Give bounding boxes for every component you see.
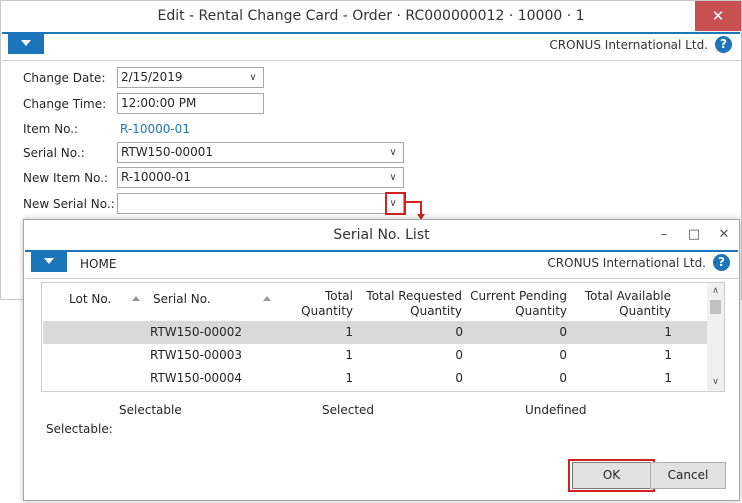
total-cell: 1 xyxy=(345,348,353,362)
company-name: CRONUS International Ltd. xyxy=(549,38,708,52)
ok-button[interactable]: OK xyxy=(572,462,651,489)
window-title: Edit - Rental Change Card - Order · RC00… xyxy=(157,8,585,24)
header-line: Quantity xyxy=(619,304,671,318)
header-line: Current Pending xyxy=(470,289,567,303)
header-line: Total Available xyxy=(584,289,671,303)
pending-cell: 0 xyxy=(559,371,567,385)
sort-arrow-icon[interactable] xyxy=(263,296,271,301)
serial-no-list-dialog: Serial No. List – □ ✕ HOME CRONUS Intern… xyxy=(23,219,740,501)
table-row[interactable]: RTW150-00003 1 0 0 1 xyxy=(43,344,708,367)
header-line: Total xyxy=(324,289,353,303)
scroll-up-icon[interactable]: ∧ xyxy=(707,283,724,300)
legend-selectable: Selectable xyxy=(119,403,182,417)
header-line: Total Requested xyxy=(366,289,462,303)
tab-home[interactable]: HOME xyxy=(80,257,116,271)
column-header-total-quantity[interactable]: Total Quantity xyxy=(292,289,353,319)
vertical-scrollbar[interactable]: ∧ ∨ xyxy=(707,283,724,391)
change-date-value: 2/15/2019 xyxy=(121,70,183,84)
chevron-down-icon[interactable]: ∨ xyxy=(385,169,401,186)
change-date-field[interactable]: 2/15/2019 ∨ xyxy=(117,67,264,88)
requested-cell: 0 xyxy=(455,371,463,385)
scroll-thumb[interactable] xyxy=(710,300,721,314)
sort-arrow-icon[interactable] xyxy=(132,296,140,301)
window-controls: ✕ xyxy=(695,1,741,31)
dialog-ribbon-menu-button[interactable] xyxy=(31,250,67,272)
chevron-down-icon[interactable]: ∨ xyxy=(385,144,401,161)
new-item-no-label: New Item No.: xyxy=(23,171,109,185)
help-icon[interactable]: ? xyxy=(715,36,732,53)
dialog-company-name: CRONUS International Ltd. xyxy=(547,256,706,270)
requested-cell: 0 xyxy=(455,348,463,362)
new-item-no-field[interactable]: R-10000-01 ∨ xyxy=(117,167,404,188)
cancel-button[interactable]: Cancel xyxy=(650,462,726,489)
serial-no-label: Serial No.: xyxy=(23,146,85,160)
serial-no-value: RTW150-00001 xyxy=(121,145,214,159)
dialog-window-controls: – □ ✕ xyxy=(649,220,739,250)
column-header-current-pending[interactable]: Current Pending Quantity xyxy=(466,289,567,319)
serial-no-field[interactable]: RTW150-00001 ∨ xyxy=(117,142,404,163)
change-date-label: Change Date: xyxy=(23,71,106,85)
change-time-label: Change Time: xyxy=(23,97,107,111)
column-header-serial-no[interactable]: Serial No. xyxy=(153,292,211,307)
maximize-icon[interactable]: □ xyxy=(679,220,709,250)
legend-undefined: Undefined xyxy=(525,403,587,417)
dialog-ribbon: HOME CRONUS International Ltd. ? xyxy=(25,250,738,279)
new-item-no-value: R-10000-01 xyxy=(121,170,191,184)
column-header-total-requested[interactable]: Total Requested Quantity xyxy=(362,289,462,319)
selectable-label: Selectable: xyxy=(46,422,113,436)
column-header-total-available[interactable]: Total Available Quantity xyxy=(577,289,671,319)
help-icon[interactable]: ? xyxy=(713,254,730,271)
requested-cell: 0 xyxy=(455,325,463,339)
change-time-field[interactable]: 12:00:00 PM xyxy=(117,93,264,114)
pending-cell: 0 xyxy=(559,325,567,339)
table-row[interactable]: RTW150-00002 1 0 0 1 xyxy=(43,321,708,344)
legend-selected: Selected xyxy=(322,403,375,417)
chevron-down-icon[interactable]: ∨ xyxy=(245,69,261,86)
ribbon-menu-button[interactable] xyxy=(8,32,44,54)
serial-no-cell: RTW150-00002 xyxy=(150,325,243,339)
header-line: Quantity xyxy=(410,304,462,318)
item-no-link[interactable]: R-10000-01 xyxy=(120,122,190,136)
change-time-value: 12:00:00 PM xyxy=(121,96,197,110)
item-no-label: Item No.: xyxy=(23,122,79,136)
total-cell: 1 xyxy=(345,325,353,339)
scroll-down-icon[interactable]: ∨ xyxy=(707,374,724,391)
new-serial-no-field[interactable]: ∨ xyxy=(117,193,404,214)
close-button[interactable]: ✕ xyxy=(695,1,741,31)
dialog-title: Serial No. List xyxy=(333,227,430,243)
available-cell: 1 xyxy=(664,348,672,362)
pending-cell: 0 xyxy=(559,348,567,362)
header-line: Quantity xyxy=(301,304,353,318)
header-line: Quantity xyxy=(515,304,567,318)
serial-no-cell: RTW150-00003 xyxy=(150,348,243,362)
new-serial-no-label: New Serial No.: xyxy=(23,197,115,211)
total-cell: 1 xyxy=(345,371,353,385)
column-header-lot-no[interactable]: Lot No. xyxy=(69,292,111,307)
table-row[interactable]: RTW150-00004 1 0 0 1 xyxy=(43,367,708,390)
minimize-icon[interactable]: – xyxy=(649,220,679,250)
close-icon[interactable]: ✕ xyxy=(709,220,739,250)
serial-no-grid: Lot No. Serial No. Total Quantity Total … xyxy=(41,282,725,392)
serial-no-cell: RTW150-00004 xyxy=(150,371,243,385)
ribbon: CRONUS International Ltd. ? xyxy=(2,32,740,61)
available-cell: 1 xyxy=(664,371,672,385)
available-cell: 1 xyxy=(664,325,672,339)
